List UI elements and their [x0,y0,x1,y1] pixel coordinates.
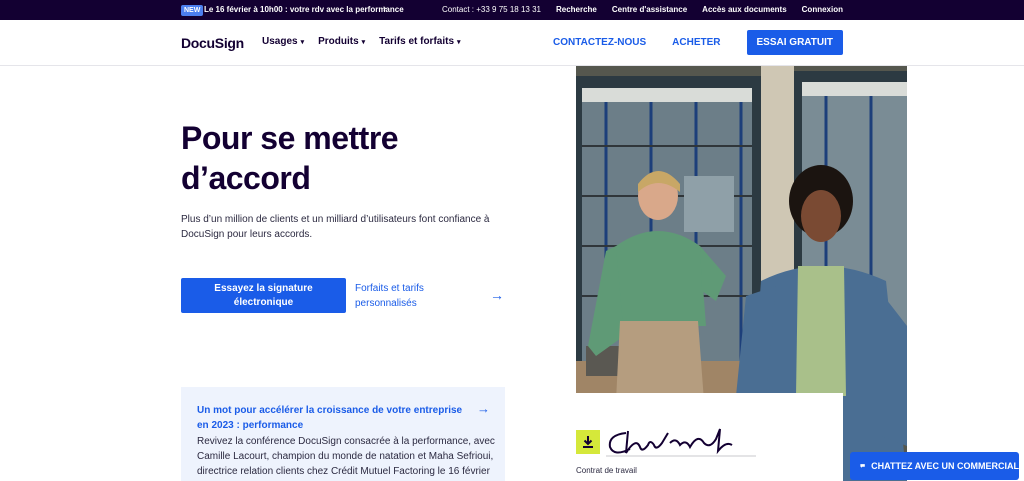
nav-actions: CONTACTEZ-NOUS ACHETER ESSAI GRATUIT [553,30,843,55]
login-link[interactable]: Connexion [802,5,843,14]
utility-links: Contact : +33 9 75 18 13 31 Recherche Ce… [442,5,843,14]
nav-item-produits[interactable]: Produits ▾ [318,36,365,47]
chat-bubble-icon [860,464,865,468]
hero-title: Pour se mettre d’accord [181,120,399,196]
try-esignature-button[interactable]: Essayez la signature électronique [181,278,346,313]
announcement-bar: NEW Le 16 février à 10h00 : votre rdv av… [0,0,1024,20]
new-badge: NEW [181,5,204,16]
chevron-down-icon: ▾ [361,38,366,46]
news-text: Revivez la conférence DocuSign consacrée… [197,436,495,477]
pricing-link[interactable]: Forfaits et tarifs personnalisés [355,281,455,311]
main-navigation: DocuSign Usages ▾ Produits ▾ Tarifs et f… [0,20,1024,66]
arrow-right-icon[interactable]: → [490,287,504,303]
docusign-logo[interactable]: DocuSign [181,35,244,51]
help-center-link[interactable]: Centre d'assistance [612,5,687,14]
arrow-right-icon[interactable]: → [477,401,490,416]
nav-item-label: Produits [318,36,359,47]
chat-label: CHATTEZ AVEC UN COMMERCIAL [871,461,1019,471]
nav-item-tarifs[interactable]: Tarifs et forfaits ▾ [379,36,460,47]
search-link[interactable]: Recherche [556,5,597,14]
news-card[interactable]: Un mot pour accélérer la croissance de v… [181,387,505,481]
contact-us-link[interactable]: CONTACTEZ-NOUS [553,37,646,48]
download-icon [576,430,600,454]
contact-phone-link[interactable]: Contact : +33 9 75 18 13 31 [442,5,541,14]
nav-item-label: Tarifs et forfaits [379,36,455,47]
chat-with-sales-button[interactable]: CHATTEZ AVEC UN COMMERCIAL [850,452,1019,480]
nav-item-label: Usages [262,36,298,47]
announcement-message[interactable]: Le 16 février à 10h00 : votre rdv avec l… [204,5,404,14]
signature-card: Contrat de travail [568,393,843,481]
signature-caption: Contrat de travail [576,466,637,475]
nav-item-usages[interactable]: Usages ▾ [262,36,304,47]
news-title[interactable]: Un mot pour accélérer la croissance de v… [197,403,467,433]
handwritten-signature [606,428,756,457]
chevron-down-icon: ▾ [457,38,461,46]
chevron-down-icon: ▾ [300,38,305,46]
documents-access-link[interactable]: Accès aux documents [702,5,786,14]
chevron-right-icon[interactable]: › [383,3,386,14]
buy-link[interactable]: ACHETER [672,37,720,48]
hero-description: Plus d’un million de clients et un milli… [181,214,490,240]
nav-menu: Usages ▾ Produits ▾ Tarifs et forfaits ▾ [262,36,461,47]
free-trial-button[interactable]: ESSAI GRATUIT [746,30,843,55]
